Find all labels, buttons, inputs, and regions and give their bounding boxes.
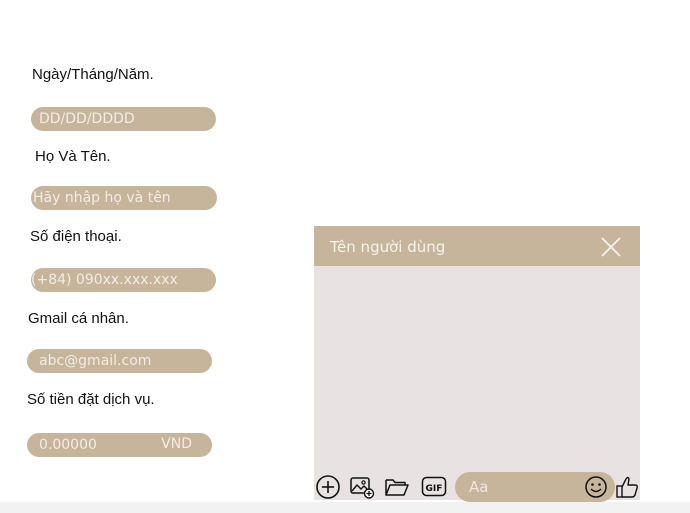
phone-label: Số điện thoại. — [30, 228, 122, 245]
date-input[interactable]: DD/DD/DDDD — [31, 107, 216, 131]
amount-input[interactable]: 0.00000 VND — [27, 433, 212, 457]
name-label: Họ Và Tên. — [35, 148, 111, 165]
image-icon[interactable] — [349, 474, 375, 500]
plus-circle-icon[interactable] — [315, 474, 341, 500]
gif-icon[interactable]: GIF — [421, 474, 447, 500]
amount-value: 0.00000 — [39, 437, 97, 453]
date-label: Ngày/Tháng/Năm. — [32, 66, 154, 83]
folder-icon[interactable] — [384, 474, 410, 500]
message-placeholder: Aa — [469, 478, 489, 496]
emoji-icon[interactable] — [583, 474, 609, 500]
bottom-strip — [0, 502, 690, 513]
gmail-label: Gmail cá nhân. — [28, 310, 129, 327]
chat-window: Tên người dùng — [314, 226, 640, 500]
svg-text:GIF: GIF — [426, 484, 443, 494]
gmail-input[interactable]: abc@gmail.com — [27, 349, 212, 373]
date-placeholder: DD/DD/DDDD — [39, 111, 135, 127]
phone-placeholder: (+84) 090xx.xxx.xxx — [31, 272, 178, 288]
phone-input[interactable]: (+84) 090xx.xxx.xxx — [31, 268, 216, 292]
name-placeholder: Hãy nhập họ và tên — [33, 190, 171, 206]
gmail-placeholder: abc@gmail.com — [39, 353, 152, 369]
amount-unit: VND — [161, 436, 192, 452]
thumbs-up-icon[interactable] — [614, 474, 640, 500]
close-icon[interactable] — [600, 236, 622, 258]
name-input[interactable]: Hãy nhập họ và tên — [31, 186, 217, 210]
chat-header: Tên người dùng — [314, 226, 640, 266]
chat-title: Tên người dùng — [330, 238, 446, 256]
amount-label: Số tiền đặt dịch vụ. — [27, 391, 155, 408]
